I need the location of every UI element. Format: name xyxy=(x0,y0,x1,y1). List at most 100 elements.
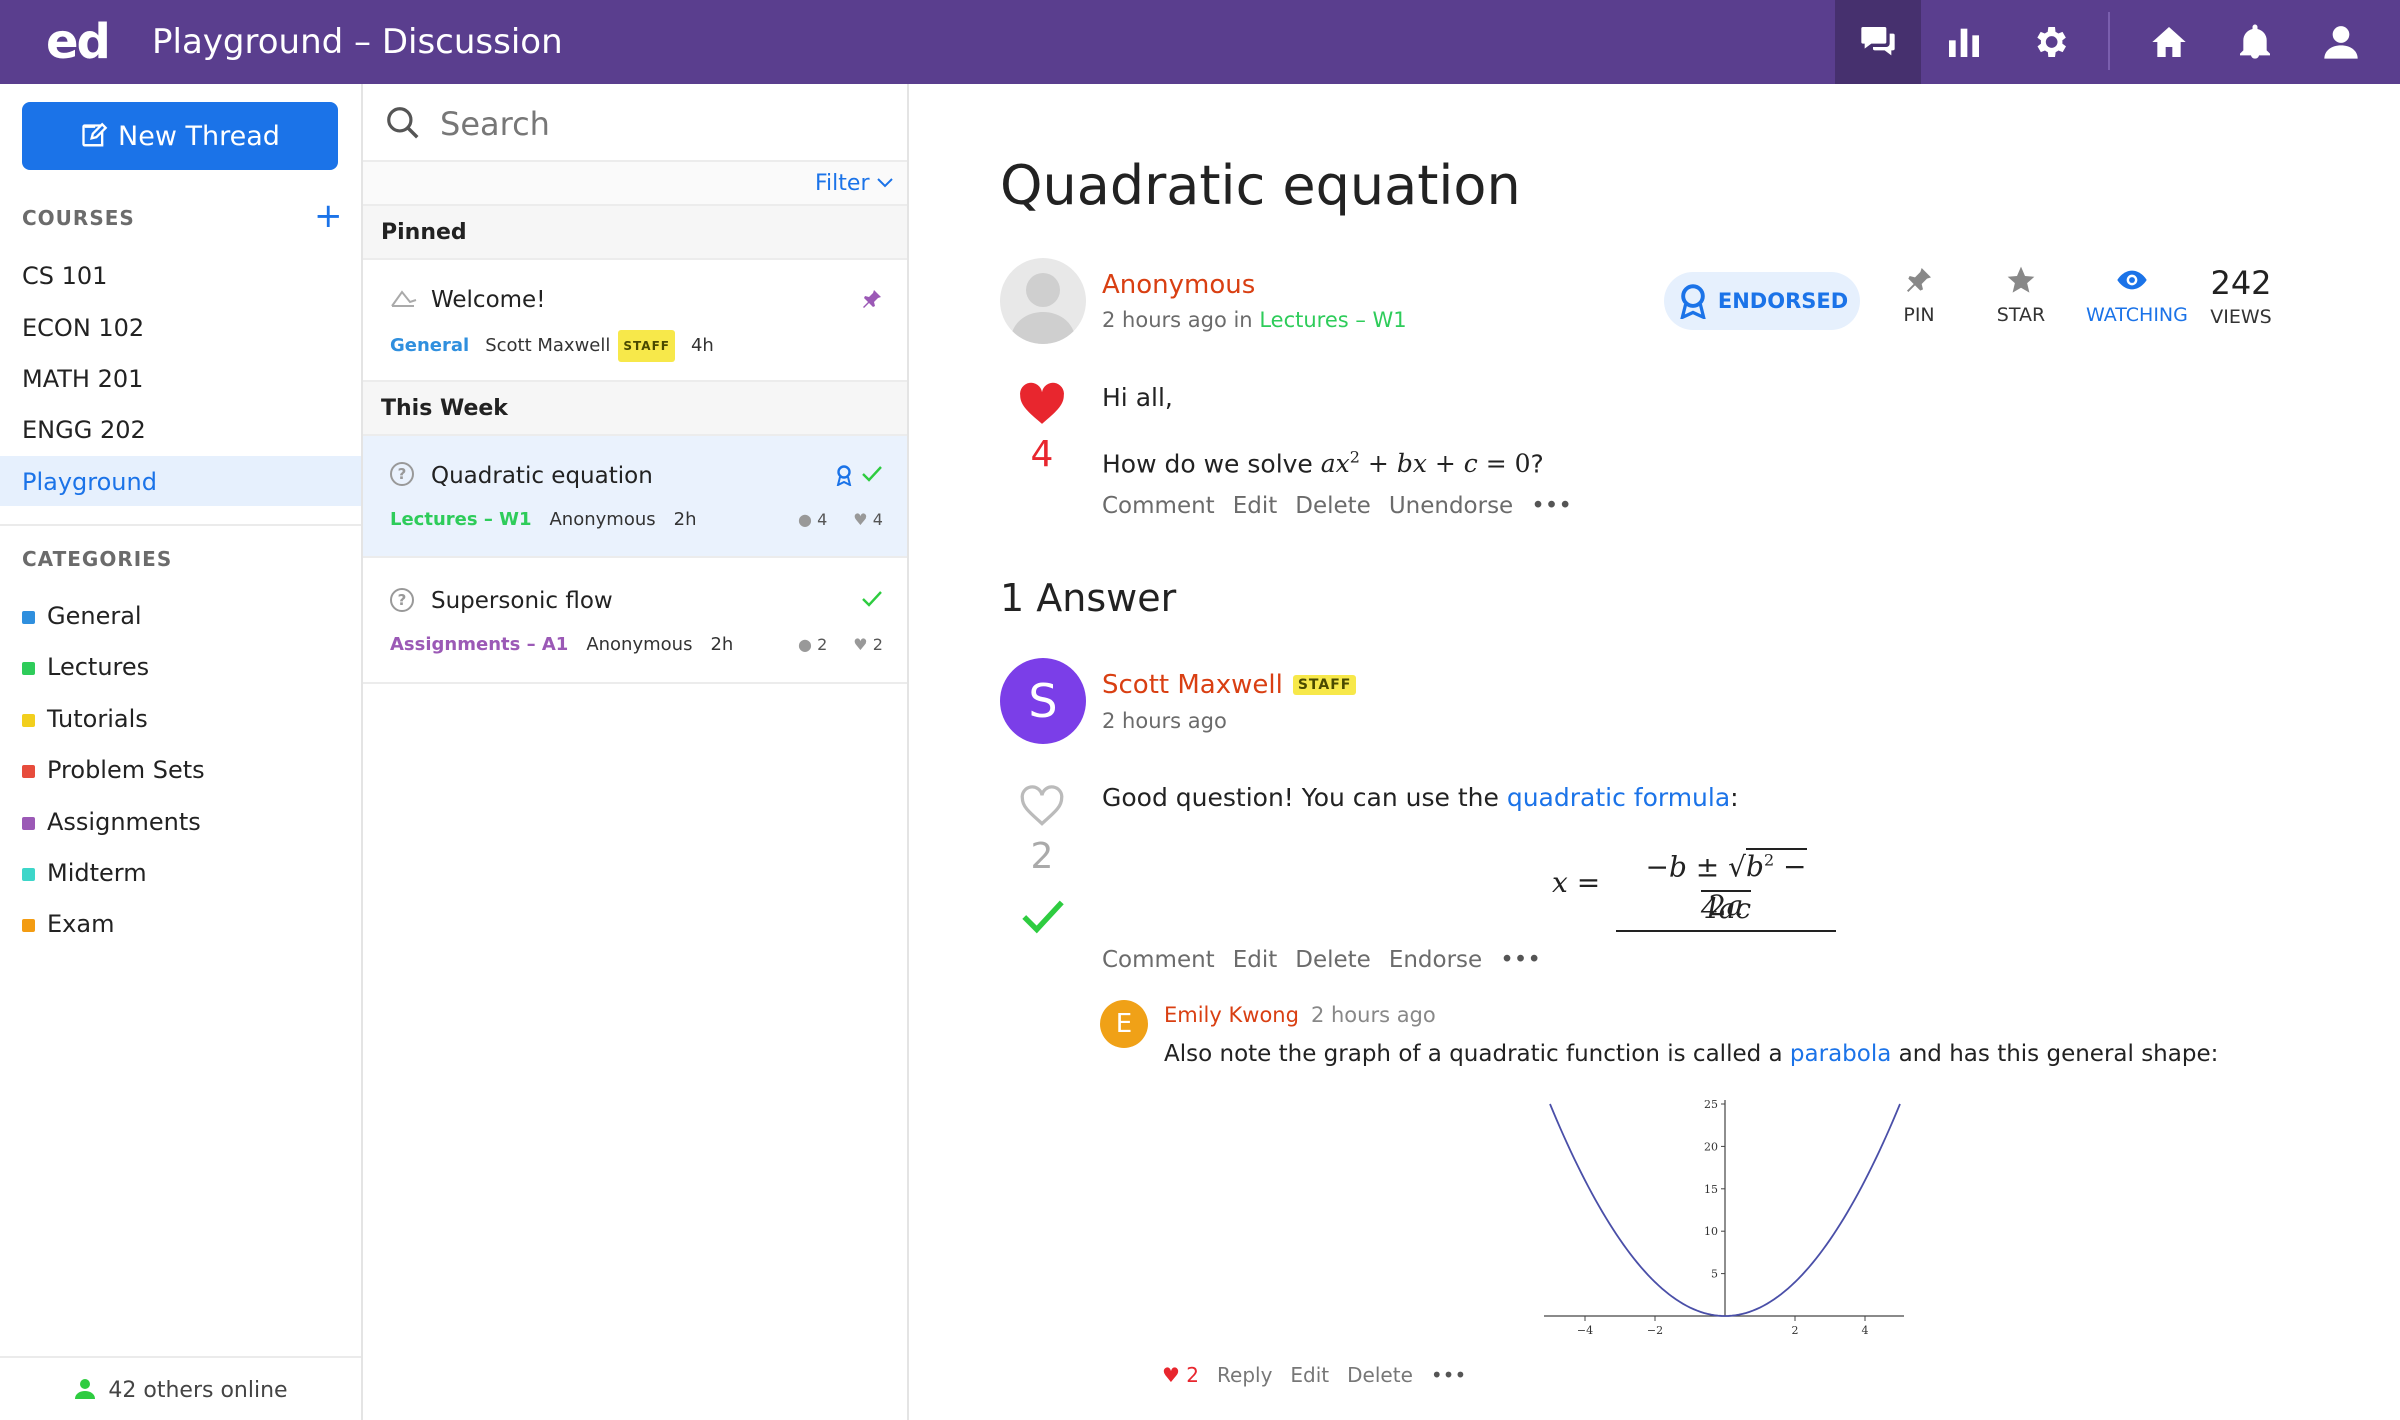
watching-button[interactable]: WATCHING xyxy=(2086,264,2188,328)
ed-logo[interactable]: ed xyxy=(46,10,111,74)
star-button[interactable]: STAR xyxy=(1976,264,2066,328)
course-item-engg202[interactable]: ENGG 202 xyxy=(22,414,146,446)
filter-button[interactable]: Filter xyxy=(815,168,894,200)
new-thread-button[interactable]: New Thread xyxy=(22,102,338,170)
notifications-icon xyxy=(2240,24,2270,59)
answer-actions: Comment Edit Delete Endorse ••• xyxy=(1102,944,1541,976)
new-thread-label: New Thread xyxy=(118,120,280,152)
categories-heading: CATEGORIES xyxy=(22,547,173,571)
accepted-check-icon[interactable] xyxy=(1018,896,1068,938)
pin-button[interactable]: PIN xyxy=(1874,264,1964,328)
category-item-assignments[interactable]: Assignments xyxy=(22,806,201,838)
answered-check-icon xyxy=(862,591,882,607)
analytics-icon xyxy=(1949,28,1979,57)
comment-text-prefix: Also note the graph of a quadratic funct… xyxy=(1164,1041,1783,1067)
quadratic-formula-link[interactable]: quadratic formula xyxy=(1507,783,1730,812)
profile-button[interactable] xyxy=(2298,0,2384,84)
endorsed-icon xyxy=(836,465,852,486)
thread-counts: ● 4 ♥ 4 xyxy=(798,506,883,534)
home-icon xyxy=(2152,27,2186,57)
thread-author: Scott Maxwell xyxy=(485,335,611,356)
course-item-playground[interactable]: Playground xyxy=(22,466,157,498)
home-button[interactable] xyxy=(2126,0,2212,84)
more-options-icon[interactable]: ••• xyxy=(1531,490,1572,522)
unendorse-button[interactable]: Unendorse xyxy=(1389,490,1513,522)
answer-author[interactable]: Scott Maxwell xyxy=(1102,668,1283,702)
app-title: Playground – Discussion xyxy=(152,22,563,62)
analytics-button[interactable] xyxy=(1921,0,2007,84)
thread-title: Quadratic equation xyxy=(431,463,653,489)
discussion-button[interactable] xyxy=(1835,0,1921,84)
staff-avatar[interactable]: S xyxy=(1000,658,1086,744)
settings-button[interactable] xyxy=(2007,0,2093,84)
x-tick-label: −2 xyxy=(1647,1324,1663,1337)
category-label: Tutorials xyxy=(47,705,148,733)
commenter-avatar[interactable]: E xyxy=(1100,1000,1148,1048)
category-item-problem-sets[interactable]: Problem Sets xyxy=(22,754,205,786)
category-item-tutorials[interactable]: Tutorials xyxy=(22,703,148,735)
quadratic-equation-formula: ax2 + bx + c = 0 xyxy=(1320,448,1531,479)
thread-item-supersonic-flow[interactable] xyxy=(363,558,907,684)
post-category[interactable]: Lectures – W1 xyxy=(1259,308,1406,332)
edit-button[interactable]: Edit xyxy=(1233,944,1278,976)
person-silhouette-icon xyxy=(1010,273,1076,344)
thread-item-welcome[interactable] xyxy=(363,260,907,382)
thread-category: Assignments – A1 xyxy=(390,634,569,655)
profile-icon xyxy=(2324,26,2358,59)
ribbon-icon xyxy=(1680,284,1706,319)
course-item-math201[interactable]: MATH 201 xyxy=(22,363,143,395)
post-title: Quadratic equation xyxy=(1000,154,1521,217)
reply-button[interactable]: Reply xyxy=(1217,1360,1272,1390)
category-color-dot xyxy=(22,816,35,830)
this-week-group-header: This Week xyxy=(363,382,907,436)
thread-time: 2h xyxy=(710,634,734,655)
comment-icon: ● xyxy=(798,635,812,654)
heart-filled-icon[interactable] xyxy=(1015,378,1069,426)
category-label: Midterm xyxy=(47,859,147,887)
notifications-button[interactable] xyxy=(2212,0,2298,84)
edit-button[interactable]: Edit xyxy=(1233,490,1278,522)
delete-button[interactable]: Delete xyxy=(1347,1360,1413,1390)
category-item-exam[interactable]: Exam xyxy=(22,908,114,940)
heart-outline-icon[interactable] xyxy=(1015,780,1069,828)
category-color-dot xyxy=(22,918,35,932)
y-tick-label: 20 xyxy=(1704,1140,1718,1153)
star-icon xyxy=(2007,266,2035,293)
add-course-button[interactable]: + xyxy=(314,198,343,234)
megaphone-icon xyxy=(391,290,417,307)
delete-button[interactable]: Delete xyxy=(1295,944,1371,976)
comment-button[interactable]: Comment xyxy=(1102,944,1215,976)
online-count: 42 others online xyxy=(108,1378,288,1403)
thread-item-quadratic-equation[interactable] xyxy=(363,436,907,558)
course-item-econ102[interactable]: ECON 102 xyxy=(22,312,144,344)
comment-like-button[interactable]: ♥ 2 xyxy=(1162,1360,1199,1390)
y-tick-label: 15 xyxy=(1704,1183,1718,1196)
comment-author[interactable]: Emily Kwong xyxy=(1164,1000,1299,1030)
comment-button[interactable]: Comment xyxy=(1102,490,1215,522)
category-item-midterm[interactable]: Midterm xyxy=(22,857,147,889)
star-label: STAR xyxy=(1996,304,2046,326)
y-tick-label: 25 xyxy=(1704,1098,1718,1111)
search-input[interactable] xyxy=(440,100,880,148)
anonymous-avatar xyxy=(1000,258,1086,344)
more-options-icon[interactable]: ••• xyxy=(1431,1360,1466,1390)
category-item-general[interactable]: General xyxy=(22,600,142,632)
category-item-lectures[interactable]: Lectures xyxy=(22,651,149,683)
question-icon: ? xyxy=(390,462,414,486)
question-prefix: How do we solve xyxy=(1102,449,1313,479)
staff-badge: STAFF xyxy=(618,330,675,362)
answered-check-icon xyxy=(862,466,882,482)
heart-icon: ♥ xyxy=(853,510,868,529)
delete-button[interactable]: Delete xyxy=(1295,490,1371,522)
endorse-button[interactable]: Endorse xyxy=(1389,944,1482,976)
parabola-link[interactable]: parabola xyxy=(1790,1041,1891,1067)
question-suffix: ? xyxy=(1530,449,1544,479)
more-options-icon[interactable]: ••• xyxy=(1500,944,1541,976)
post-author[interactable]: Anonymous xyxy=(1102,268,1255,302)
course-item-cs101[interactable]: CS 101 xyxy=(22,260,107,292)
category-color-dot xyxy=(22,661,35,675)
thread-meta: General Scott Maxwell STAFF 4h xyxy=(390,330,714,362)
edit-button[interactable]: Edit xyxy=(1290,1360,1329,1390)
answer-author-row: Scott Maxwell STAFF xyxy=(1102,668,1357,702)
post-greeting: Hi all, xyxy=(1102,383,1173,412)
